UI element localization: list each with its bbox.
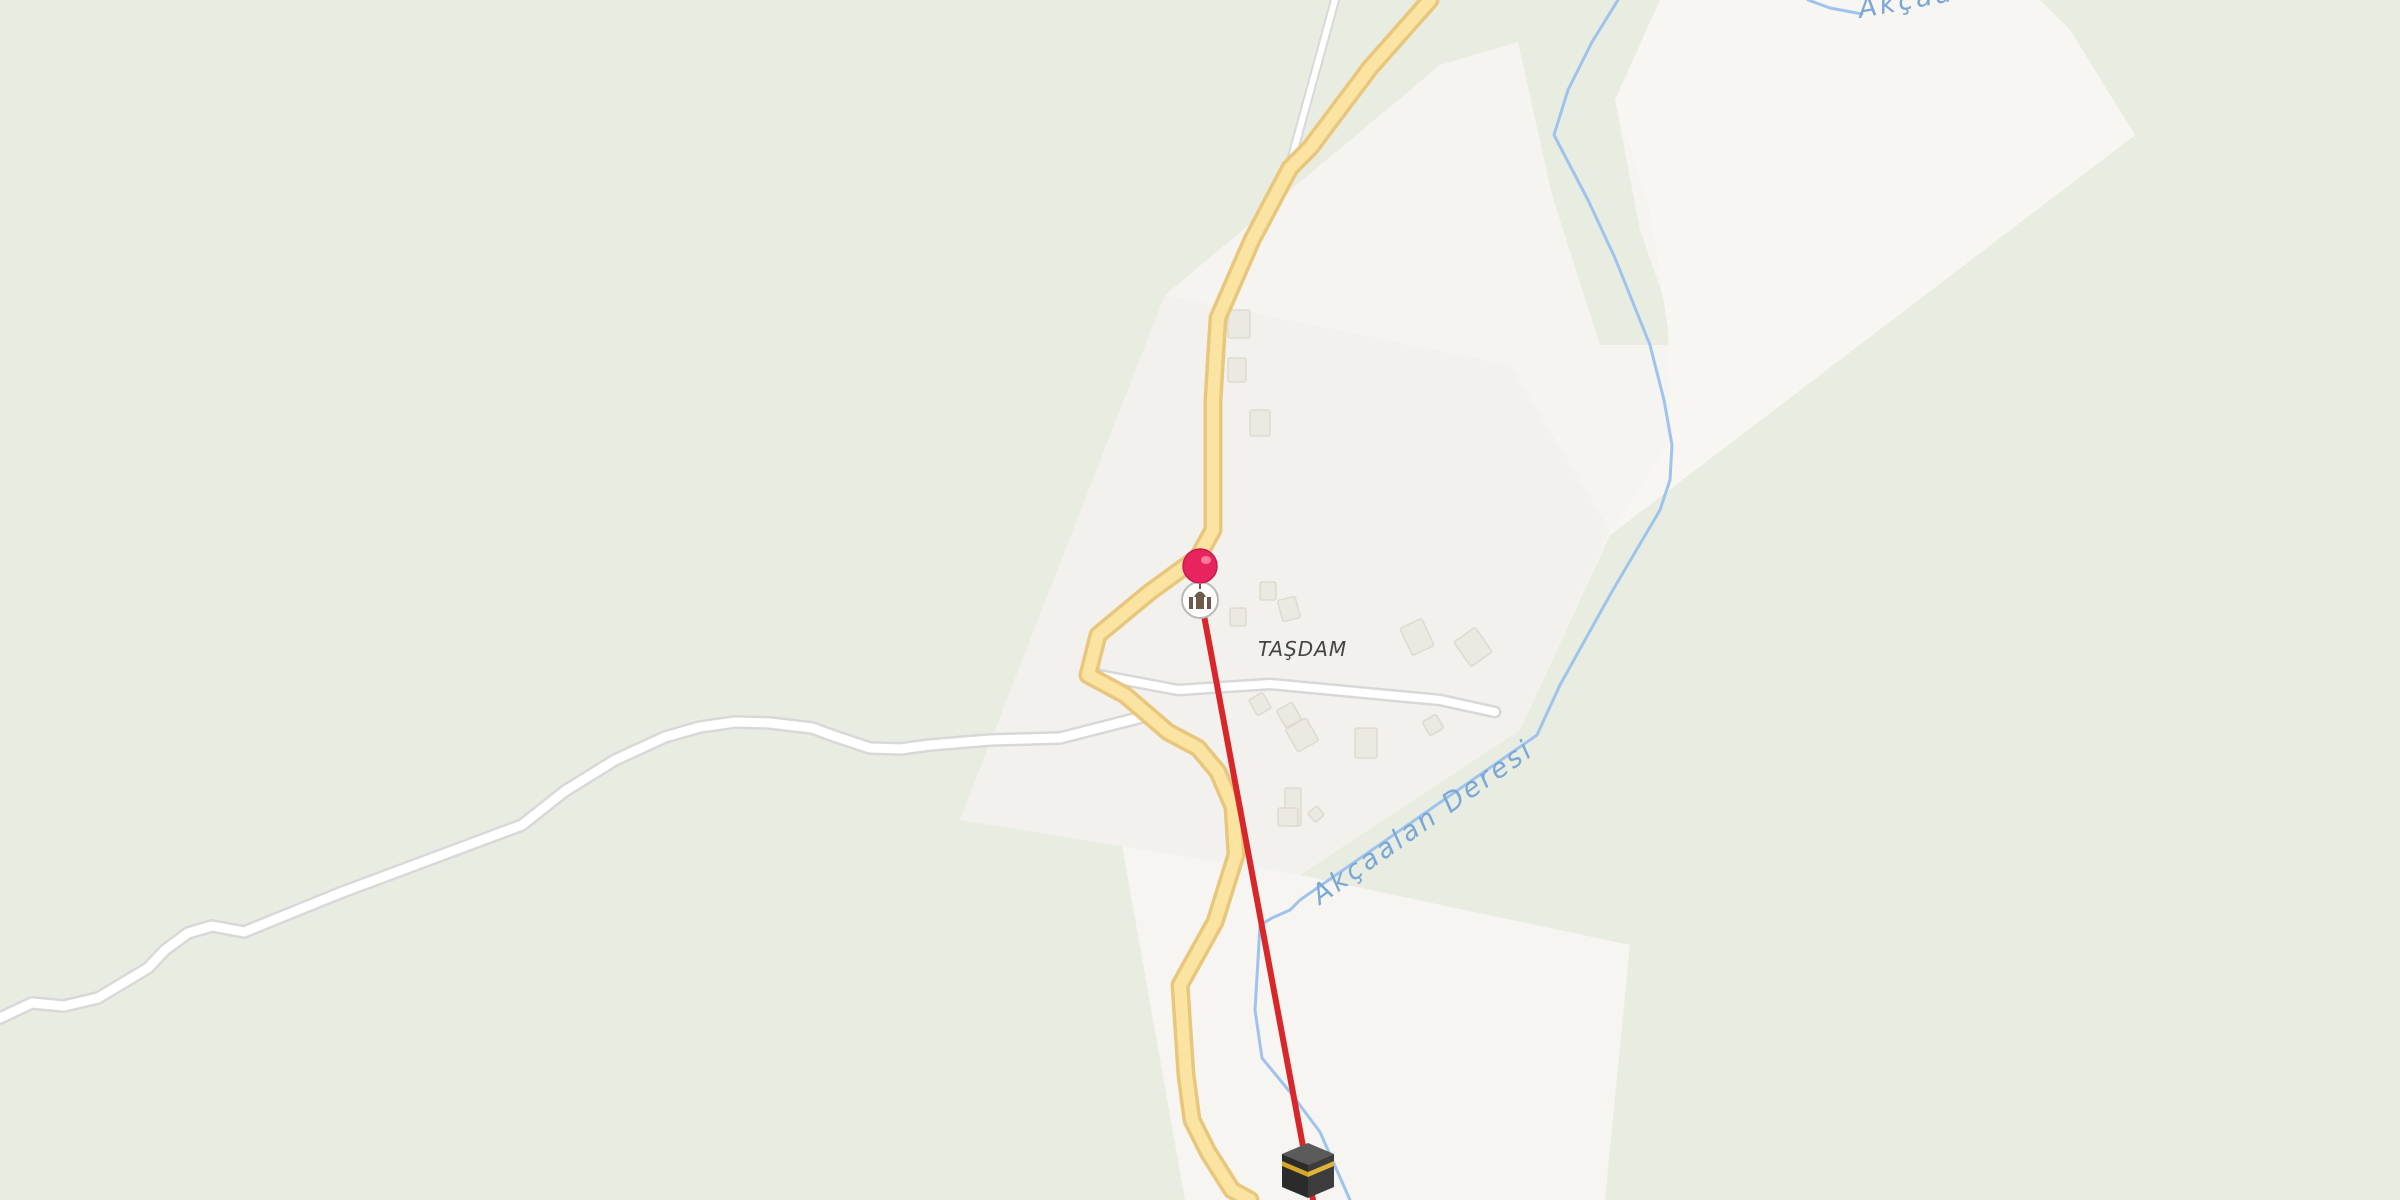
building xyxy=(1229,607,1247,627)
map-canvas[interactable]: TAŞDAM Akçaalan Deresi Akçaa xyxy=(0,0,2400,1200)
building xyxy=(1259,581,1277,601)
map-pin-highlight xyxy=(1201,556,1211,564)
kaaba-marker[interactable] xyxy=(1282,1143,1334,1198)
building xyxy=(1354,727,1378,759)
place-label-tasdam: TAŞDAM xyxy=(1258,637,1347,661)
mosque-marker[interactable] xyxy=(1181,581,1219,619)
building xyxy=(1249,409,1271,437)
building xyxy=(1227,309,1251,339)
building xyxy=(1227,357,1247,383)
kaaba-icon xyxy=(1282,1143,1334,1198)
location-pin[interactable] xyxy=(1182,548,1218,584)
building xyxy=(1277,807,1299,827)
map-pin-icon xyxy=(1182,548,1218,584)
